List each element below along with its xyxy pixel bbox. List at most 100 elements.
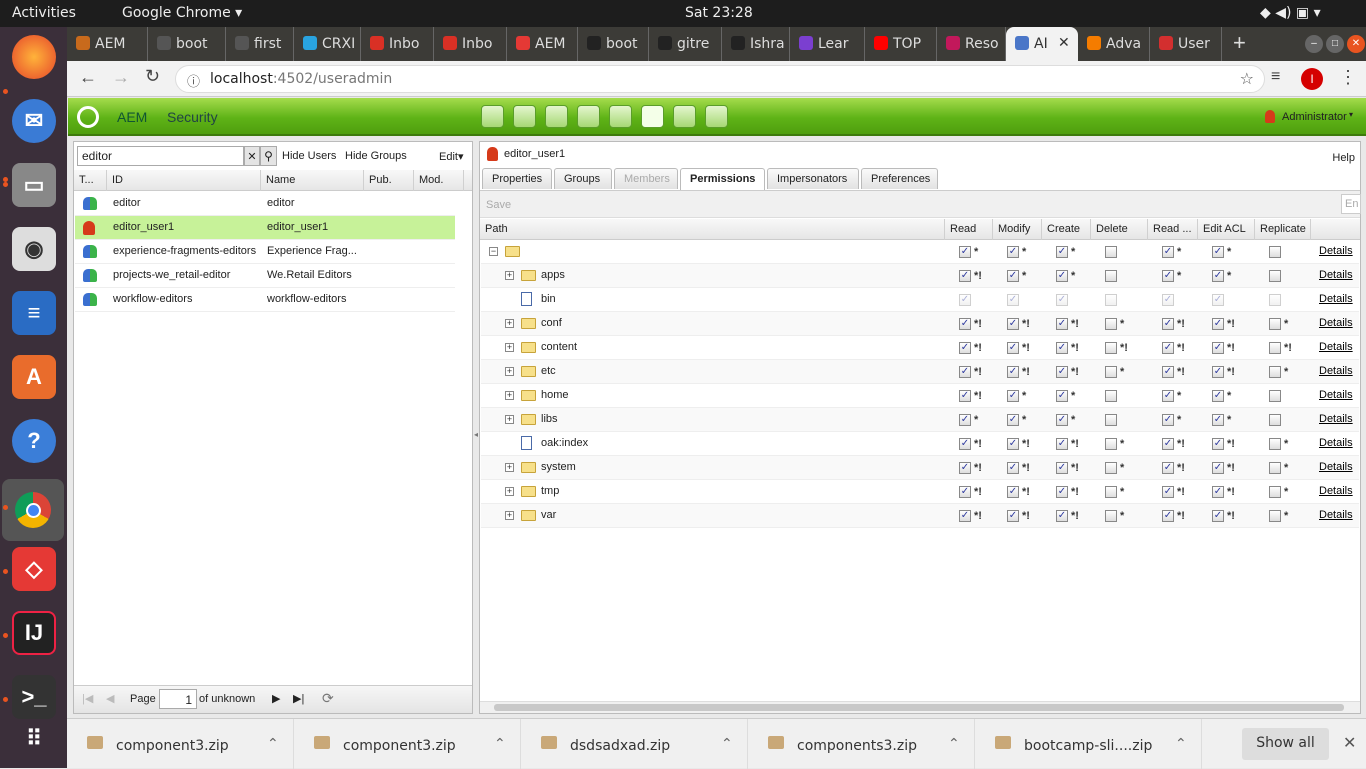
clear-search-icon[interactable]: ✕ bbox=[244, 146, 260, 166]
prev-page-icon[interactable]: ◀ bbox=[106, 692, 114, 705]
aem-title[interactable]: AEM bbox=[117, 109, 147, 125]
info-icon[interactable]: ⓘ bbox=[187, 71, 200, 90]
permission-checkbox[interactable]: ✓ bbox=[1212, 414, 1224, 426]
close-tab-icon[interactable]: ✕ bbox=[1058, 35, 1070, 51]
column-header[interactable]: Create bbox=[1042, 219, 1091, 240]
permission-checkbox[interactable] bbox=[1269, 342, 1281, 354]
permission-checkbox[interactable] bbox=[1269, 366, 1281, 378]
permission-checkbox[interactable]: ✓ bbox=[1056, 510, 1068, 522]
media-queue-icon[interactable]: ≡ bbox=[1271, 68, 1280, 86]
details-link[interactable]: Details bbox=[1319, 365, 1353, 377]
details-link[interactable]: Details bbox=[1319, 413, 1353, 425]
browser-tab[interactable]: TOP bbox=[865, 27, 937, 61]
user-list-row[interactable]: editor_user1 editor_user1 bbox=[75, 216, 455, 240]
permission-checkbox[interactable] bbox=[1269, 462, 1281, 474]
save-button[interactable]: Save bbox=[486, 199, 511, 211]
tab-impersonators[interactable]: Impersonators bbox=[767, 168, 859, 189]
permission-checkbox[interactable]: ✓ bbox=[1007, 342, 1019, 354]
permission-checkbox[interactable]: ✓ bbox=[1162, 414, 1174, 426]
details-link[interactable]: Details bbox=[1319, 461, 1353, 473]
tab-permissions[interactable]: Permissions bbox=[680, 168, 765, 190]
expand-toggle-icon[interactable]: − bbox=[489, 247, 498, 256]
last-page-icon[interactable]: ▶| bbox=[293, 692, 304, 705]
permission-checkbox[interactable]: ✓ bbox=[1056, 414, 1068, 426]
path-label[interactable]: home bbox=[541, 389, 569, 401]
permission-checkbox[interactable]: ✓ bbox=[1162, 390, 1174, 402]
details-link[interactable]: Details bbox=[1319, 437, 1353, 449]
permission-checkbox[interactable]: ✓ bbox=[959, 366, 971, 378]
permission-checkbox[interactable]: ✓ bbox=[1212, 366, 1224, 378]
permission-checkbox[interactable]: ✓ bbox=[959, 318, 971, 330]
column-header[interactable]: Name bbox=[261, 170, 364, 191]
app-menu[interactable]: Google Chrome ▾ bbox=[122, 5, 242, 21]
permission-checkbox[interactable]: ✓ bbox=[959, 510, 971, 522]
permission-checkbox[interactable]: ✓ bbox=[1007, 318, 1019, 330]
details-link[interactable]: Details bbox=[1319, 245, 1353, 257]
system-tray-icons[interactable]: ◆ ◀) ▣ ▾ bbox=[1260, 5, 1321, 21]
back-icon[interactable]: ← bbox=[79, 67, 97, 88]
browser-tab[interactable]: AI ✕ bbox=[1006, 27, 1078, 61]
permission-checkbox[interactable]: ✓ bbox=[1162, 462, 1174, 474]
path-label[interactable]: conf bbox=[541, 317, 562, 329]
files-icon[interactable]: ▭ bbox=[12, 163, 56, 207]
details-link[interactable]: Details bbox=[1319, 269, 1353, 281]
browser-tab[interactable]: Ishra bbox=[722, 27, 790, 61]
permission-checkbox[interactable]: ✓ bbox=[1007, 486, 1019, 498]
download-options-chevron-icon[interactable]: ⌃ bbox=[494, 736, 506, 752]
permission-checkbox[interactable]: ✓ bbox=[1056, 366, 1068, 378]
aem-logo-icon[interactable] bbox=[77, 106, 99, 128]
maximize-icon[interactable]: □ bbox=[1326, 35, 1344, 53]
permission-checkbox[interactable]: ✓ bbox=[1212, 246, 1224, 258]
url-bar[interactable]: ⓘ localhost:4502/useradmin ☆ bbox=[175, 65, 1265, 93]
tagging-icon[interactable] bbox=[705, 105, 728, 128]
dam-icon[interactable] bbox=[545, 105, 568, 128]
firefox-icon[interactable] bbox=[12, 35, 56, 79]
reload-icon[interactable]: ↻ bbox=[145, 66, 160, 87]
path-label[interactable]: etc bbox=[541, 365, 556, 377]
permission-checkbox[interactable]: ✓ bbox=[1212, 390, 1224, 402]
path-label[interactable]: tmp bbox=[541, 485, 559, 497]
permission-checkbox[interactable] bbox=[1269, 510, 1281, 522]
browser-tab[interactable]: first bbox=[226, 27, 294, 61]
help-icon[interactable]: ? bbox=[12, 419, 56, 463]
expand-toggle-icon[interactable]: + bbox=[505, 367, 514, 376]
permission-checkbox[interactable] bbox=[1105, 270, 1117, 282]
column-header[interactable]: Read bbox=[945, 219, 993, 240]
browser-tab[interactable]: User bbox=[1150, 27, 1222, 61]
expand-toggle-icon[interactable]: + bbox=[505, 463, 514, 472]
refresh-icon[interactable]: ⟳ bbox=[322, 690, 334, 707]
help-link[interactable]: Help bbox=[1332, 152, 1355, 164]
permission-checkbox[interactable] bbox=[1105, 342, 1117, 354]
permission-checkbox[interactable]: ✓ bbox=[1007, 270, 1019, 282]
path-label[interactable]: apps bbox=[541, 269, 565, 281]
permission-checkbox[interactable]: ✓ bbox=[1056, 390, 1068, 402]
permission-checkbox[interactable]: ✓ bbox=[1162, 438, 1174, 450]
tab-preferences[interactable]: Preferences bbox=[861, 168, 938, 189]
path-label[interactable]: libs bbox=[541, 413, 558, 425]
permission-checkbox[interactable]: ✓ bbox=[1162, 366, 1174, 378]
expand-toggle-icon[interactable]: + bbox=[505, 343, 514, 352]
chrome-icon[interactable] bbox=[2, 479, 64, 541]
user-list-row[interactable]: projects-we_retail-editor We.Retail Edito… bbox=[75, 264, 455, 288]
path-label[interactable]: bin bbox=[541, 293, 556, 305]
path-label[interactable]: var bbox=[541, 509, 556, 521]
browser-tab[interactable]: Inbo bbox=[361, 27, 434, 61]
inbox-icon[interactable] bbox=[609, 105, 632, 128]
user-list-row[interactable]: experience-fragments-editors Experience F… bbox=[75, 240, 455, 264]
app-grid-icon[interactable]: ⠿ bbox=[12, 717, 56, 761]
download-item[interactable]: component3.zip ⌃ bbox=[67, 719, 294, 769]
show-all-button[interactable]: Show all bbox=[1242, 728, 1329, 760]
browser-tab[interactable]: Adva bbox=[1078, 27, 1150, 61]
permission-checkbox[interactable] bbox=[1105, 414, 1117, 426]
details-link[interactable]: Details bbox=[1319, 341, 1353, 353]
expand-toggle-icon[interactable]: + bbox=[505, 415, 514, 424]
column-header[interactable]: Read ... bbox=[1148, 219, 1198, 240]
permission-checkbox[interactable] bbox=[1105, 510, 1117, 522]
permission-checkbox[interactable]: ✓ bbox=[1007, 510, 1019, 522]
permission-checkbox[interactable]: ✓ bbox=[1007, 462, 1019, 474]
permission-checkbox[interactable] bbox=[1105, 366, 1117, 378]
column-header[interactable]: T... bbox=[74, 170, 107, 191]
browser-tab[interactable]: boot bbox=[148, 27, 226, 61]
column-header[interactable]: ID bbox=[107, 170, 261, 191]
edit-menu-button[interactable]: Edit▾ bbox=[439, 150, 464, 163]
